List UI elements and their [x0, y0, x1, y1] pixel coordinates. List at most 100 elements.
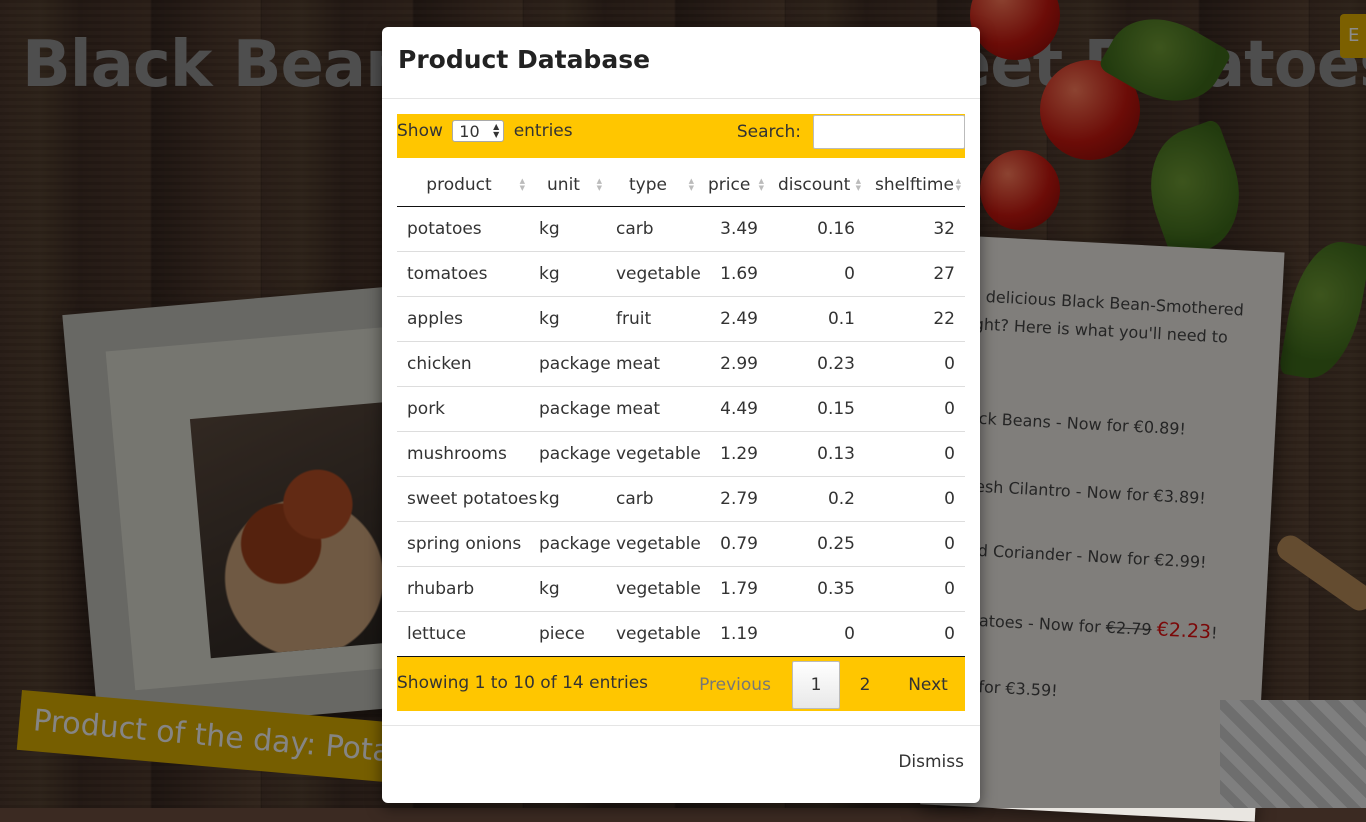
table-row: rhubarb kg vegetable 1.79 0.35 0 [397, 565, 965, 611]
cell-product: rhubarb [397, 565, 529, 611]
page-2-button[interactable]: 2 [845, 661, 885, 709]
cell-unit: kg [529, 475, 606, 521]
cell-unit: kg [529, 565, 606, 611]
cell-price: 4.49 [698, 385, 768, 431]
cell-type: vegetable [606, 610, 701, 656]
entries-label: entries [513, 121, 573, 141]
pagination: Previous 1 2 Next [695, 661, 965, 709]
sort-arrows-icon: ▲ ▼ [955, 177, 961, 192]
cell-price: 0.79 [698, 520, 768, 566]
search-box: Search: [665, 114, 965, 150]
cell-unit: kg [529, 295, 606, 341]
product-database-modal: Product Database Show 10 ▲ ▼ entries Sear… [382, 27, 980, 803]
cell-product: potatoes [407, 218, 482, 239]
cell-type: vegetable [606, 250, 701, 296]
cell-type: meat [606, 385, 698, 431]
product-table: product ▲ ▼ unit ▲ ▼ type ▲ ▼ price ▲ ▼ discount… [397, 164, 965, 656]
cell-type: vegetable [606, 430, 701, 476]
cell-unit: kg [529, 250, 606, 296]
cell-unit: package [529, 385, 611, 431]
cell-discount: 0.25 [768, 520, 865, 566]
cell-shelftime: 0 [865, 610, 965, 656]
table-body: potatoes kg carb 3.49 0.16 32 tomatoes kg vegeta… [397, 206, 965, 656]
cell-discount: 0.15 [768, 385, 865, 431]
cell-product: mushrooms [397, 430, 529, 476]
cell-shelftime: 0 [865, 475, 965, 521]
modal-footer: Dismiss [382, 725, 980, 803]
cell-price: 2.99 [698, 340, 768, 386]
sort-arrows-icon: ▲ ▼ [758, 177, 764, 192]
cell-type: vegetable [606, 565, 701, 611]
cell-price: 1.69 [698, 250, 768, 296]
cell-shelftime: 0 [865, 340, 965, 386]
cell-shelftime: 0 [865, 430, 965, 476]
sort-arrows-icon: ▲ ▼ [519, 177, 525, 192]
sort-arrows-icon: ▲ ▼ [855, 177, 861, 192]
cell-shelftime: 0 [865, 520, 965, 566]
table-toolbar: Show 10 ▲ ▼ entries Search: [397, 114, 965, 158]
previous-page-button[interactable]: Previous [695, 661, 775, 709]
table-row: tomatoes kg vegetable 1.69 0 27 [397, 250, 965, 296]
column-header-discount[interactable]: discount ▲ ▼ [768, 164, 865, 207]
cell-price: 1.79 [698, 565, 768, 611]
column-header-unit[interactable]: unit ▲ ▼ [529, 164, 606, 207]
cell-discount: 0.16 [817, 218, 855, 239]
cell-shelftime: 22 [865, 295, 965, 341]
table-row: lettuce piece vegetable 1.19 0 0 [397, 610, 965, 656]
search-input[interactable] [813, 115, 965, 149]
page-1-button[interactable]: 1 [792, 661, 840, 709]
column-header-type[interactable]: type ▲ ▼ [606, 164, 698, 207]
cell-discount: 0.35 [768, 565, 865, 611]
cell-shelftime: 0 [865, 565, 965, 611]
cell-product: sweet potatoes [397, 475, 537, 521]
cell-type: carb [616, 218, 654, 239]
cell-product: lettuce [397, 610, 529, 656]
modal-header: Product Database [382, 27, 980, 99]
cell-product: pork [397, 385, 529, 431]
cell-discount: 0 [768, 610, 865, 656]
cell-product: chicken [397, 340, 529, 386]
length-menu: Show 10 ▲ ▼ entries [397, 118, 573, 144]
cell-discount: 0 [768, 250, 865, 296]
cell-shelftime: 0 [865, 385, 965, 431]
cell-shelftime: 32 [933, 218, 955, 239]
column-header-shelftime[interactable]: shelftime ▲ ▼ [865, 164, 965, 207]
next-page-button[interactable]: Next [891, 661, 965, 709]
cell-discount: 0.2 [768, 475, 865, 521]
cell-unit: package [529, 430, 611, 476]
sort-arrows-icon: ▲ ▼ [688, 177, 694, 192]
table-info: Showing 1 to 10 of 14 entries [397, 673, 649, 693]
table-row: chicken package meat 2.99 0.23 0 [397, 340, 965, 386]
table-row: pork package meat 4.49 0.15 0 [397, 385, 965, 431]
column-header-price[interactable]: price ▲ ▼ [698, 164, 768, 207]
table-header-row: product ▲ ▼ unit ▲ ▼ type ▲ ▼ price ▲ ▼ discount… [397, 164, 965, 207]
cell-unit: package [529, 340, 611, 386]
cell-product: apples [397, 295, 529, 341]
cell-price: 2.49 [698, 295, 768, 341]
entries-select[interactable]: 10 ▲ ▼ [452, 120, 505, 142]
table-row: potatoes kg carb 3.49 0.16 32 [397, 206, 965, 251]
table-row: spring onions package vegetable 0.79 0.25 0 [397, 520, 965, 566]
cell-shelftime: 27 [865, 250, 965, 296]
search-label: Search: [736, 122, 801, 142]
modal-body: Show 10 ▲▼ entries Search: product▲▼ [397, 114, 965, 711]
dismiss-button[interactable]: Dismiss [898, 752, 964, 772]
column-header-product[interactable]: product ▲ ▼ [397, 164, 529, 207]
modal-title: Product Database [398, 45, 651, 74]
cell-type: carb [606, 475, 698, 521]
table-row: sweet potatoes kg carb 2.79 0.2 0 [397, 475, 965, 521]
cell-type: vegetable [606, 520, 701, 566]
cell-type: meat [606, 340, 698, 386]
cell-discount: 0.23 [768, 340, 865, 386]
cell-unit: package [529, 520, 611, 566]
cell-price: 2.79 [698, 475, 768, 521]
cell-discount: 0.13 [768, 430, 865, 476]
cell-discount: 0.1 [768, 295, 865, 341]
table-footer: Showing 1 to 10 of 14 entries Previous 1… [397, 656, 965, 711]
sort-arrows-icon: ▲ ▼ [596, 177, 602, 192]
cell-price: 3.49 [720, 218, 758, 239]
cell-type: fruit [606, 295, 698, 341]
entries-select-value: 10 [459, 122, 480, 141]
cell-price: 1.19 [698, 610, 768, 656]
cell-product: spring onions [397, 520, 529, 566]
